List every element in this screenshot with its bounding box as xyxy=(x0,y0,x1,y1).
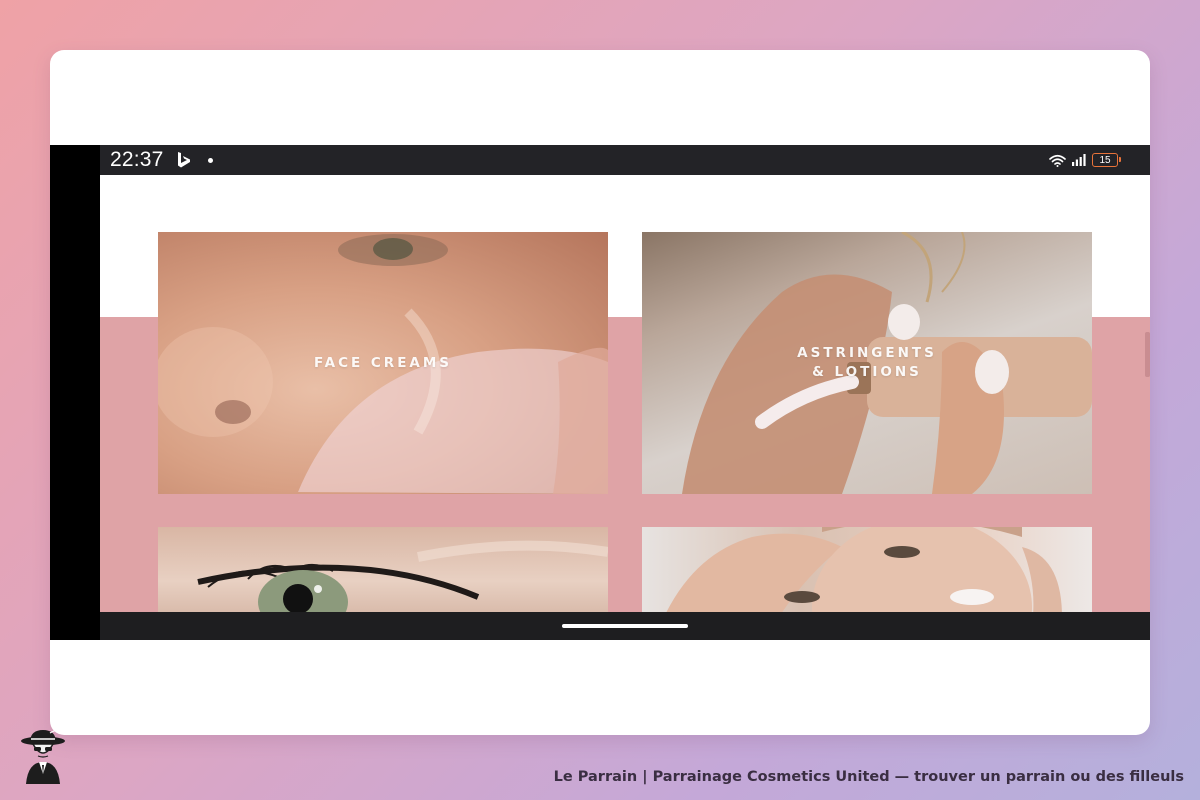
bing-icon xyxy=(176,151,192,169)
signal-icon xyxy=(1072,154,1086,166)
wifi-icon xyxy=(1049,154,1066,167)
woman-applying-cream-image xyxy=(666,527,1062,612)
footer-caption: Le Parrain | Parrainage Cosmetics United… xyxy=(553,769,1184,785)
status-icons: 15 xyxy=(1049,153,1121,167)
mascot-icon xyxy=(21,729,65,784)
web-content: FACE CREAMS ASTRINGENTS & LOTIONS xyxy=(100,175,1150,612)
phone-screen: 22:37 15 FACE CREAMS ASTRINGENTS & LOTIO… xyxy=(50,145,1150,640)
dot-icon xyxy=(207,157,213,163)
status-time: 22:37 xyxy=(110,148,164,171)
face-creams-label: FACE CREAMS xyxy=(313,354,453,371)
eye-closeup-image xyxy=(197,540,608,612)
astringents-lotions-label: ASTRINGENTS & LOTIONS xyxy=(797,345,937,380)
status-bar: 22:37 15 xyxy=(100,145,1150,175)
scrollbar-thumb[interactable] xyxy=(1145,332,1150,377)
category-tile-face-care[interactable] xyxy=(642,527,1092,612)
category-tile-eye-care[interactable] xyxy=(158,527,608,612)
screenshot-card: 22:37 15 FACE CREAMS ASTRINGENTS & LOTIO… xyxy=(50,50,1150,735)
category-tile-face-creams[interactable]: FACE CREAMS xyxy=(158,232,608,494)
left-black-bar xyxy=(50,145,100,640)
battery-level: 15 xyxy=(1099,154,1111,166)
battery-icon: 15 xyxy=(1092,153,1121,167)
android-navigation-bar xyxy=(100,612,1150,640)
home-gesture-handle[interactable] xyxy=(562,624,688,628)
category-tile-astringents-lotions[interactable]: ASTRINGENTS & LOTIONS xyxy=(642,232,1092,494)
